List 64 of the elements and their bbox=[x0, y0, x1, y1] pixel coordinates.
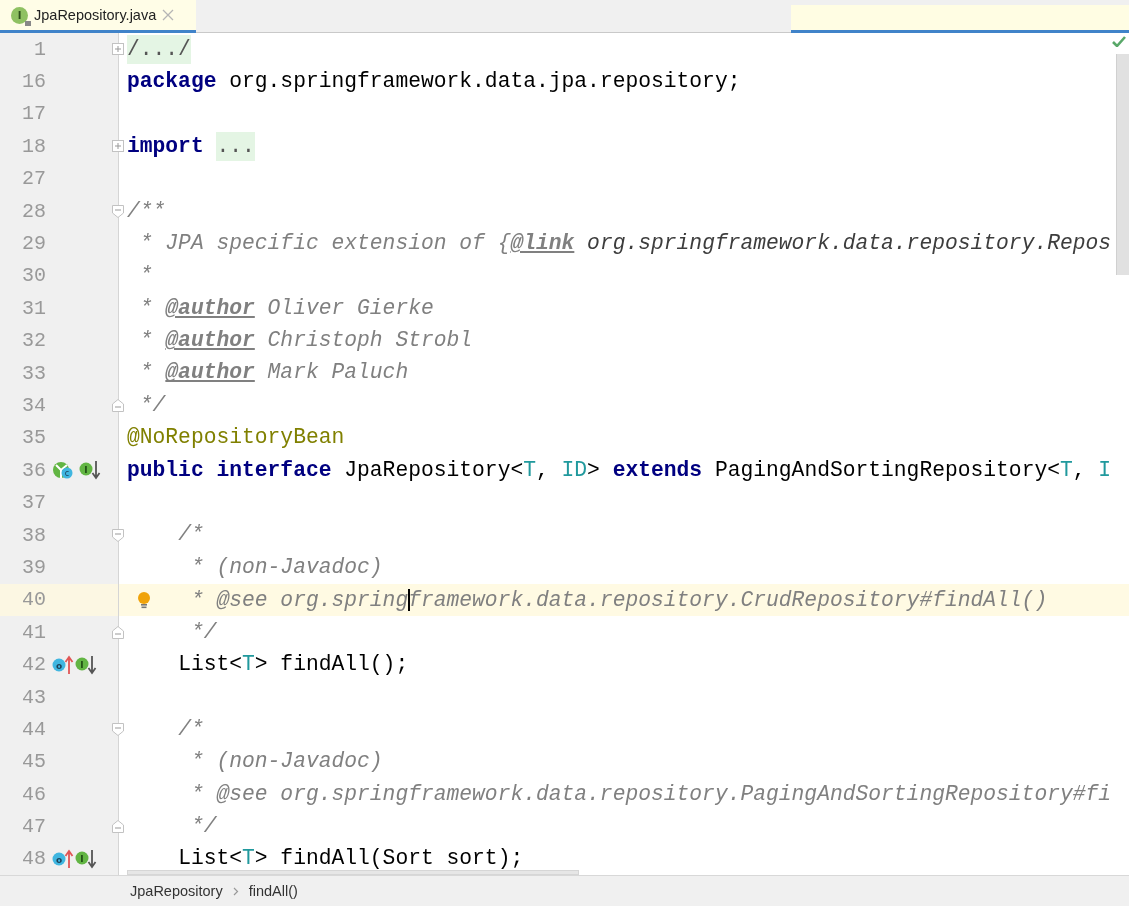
line-number: 40 bbox=[21, 588, 46, 612]
code-line: * @author Oliver Gierke bbox=[139, 297, 434, 319]
lightbulb-icon[interactable] bbox=[137, 590, 151, 609]
line-number: 31 bbox=[21, 296, 46, 320]
interface-icon: I bbox=[11, 6, 28, 24]
code-line: */ bbox=[139, 394, 166, 417]
scrollbar-thumb[interactable] bbox=[127, 870, 579, 875]
line-number: 38 bbox=[21, 523, 46, 547]
line-number: 34 bbox=[21, 394, 46, 417]
line-number: 41 bbox=[21, 620, 46, 644]
line-number: 30 bbox=[21, 264, 46, 288]
close-icon[interactable] bbox=[162, 9, 175, 21]
line-number: 28 bbox=[21, 199, 46, 223]
line-number: 17 bbox=[21, 102, 46, 126]
line-number: 43 bbox=[21, 685, 46, 709]
code-line: package org.springframework.data.jpa.repository; bbox=[127, 70, 741, 93]
line-number: 33 bbox=[21, 361, 46, 385]
chevron-icon bbox=[232, 886, 239, 896]
line-number: 42 bbox=[21, 653, 46, 677]
code-line: public interface JpaRepository<T, ID> extends PagingAndSortingRepository<T, I bbox=[127, 459, 1112, 481]
code-line: import ... bbox=[127, 131, 255, 161]
collapse-fold-icon[interactable] bbox=[112, 399, 124, 412]
line-number: 47 bbox=[21, 815, 46, 839]
line-number: 46 bbox=[21, 782, 46, 806]
check-icon bbox=[1112, 36, 1126, 47]
line-number: 37 bbox=[21, 491, 46, 515]
scrollbar-thumb[interactable] bbox=[1116, 54, 1129, 275]
code-line: * JPA specific extension of {@link org.springframework.data.repository.Repos bbox=[139, 232, 1112, 255]
code-line: /** bbox=[127, 200, 166, 222]
code-line: /* bbox=[178, 524, 204, 546]
code-line: /* bbox=[178, 718, 204, 741]
line-number: 44 bbox=[21, 717, 46, 741]
expand-fold-icon[interactable] bbox=[112, 140, 124, 153]
line-number: 27 bbox=[21, 167, 46, 191]
code-line: * @see org.springframework.data.repository.PagingAndSortingRepository#fi bbox=[190, 783, 1112, 805]
breadcrumb-item[interactable]: findAll() bbox=[248, 883, 298, 899]
code-line: List<T> findAll(Sort sort); bbox=[178, 848, 524, 870]
code-line: * @author Mark Paluch bbox=[139, 362, 409, 384]
code-line: List<T> findAll(); bbox=[178, 653, 409, 676]
line-number: 32 bbox=[21, 329, 46, 353]
expand-fold-icon[interactable] bbox=[112, 43, 124, 56]
collapse-fold-icon[interactable] bbox=[112, 528, 124, 542]
editor-tab[interactable]: I JpaRepository.java bbox=[0, 0, 196, 33]
line-number: 45 bbox=[21, 750, 46, 774]
code-line: */ bbox=[190, 815, 217, 838]
breadcrumb-item[interactable]: JpaRepository bbox=[130, 883, 223, 899]
line-number: 36 bbox=[21, 458, 46, 482]
line-number: 16 bbox=[21, 70, 46, 94]
collapse-fold-icon[interactable] bbox=[112, 625, 124, 639]
collapse-fold-icon[interactable] bbox=[112, 204, 124, 218]
collapse-fold-icon[interactable] bbox=[112, 820, 124, 834]
line-number: 48 bbox=[21, 847, 46, 871]
collapse-fold-icon[interactable] bbox=[112, 722, 124, 736]
code-line: * bbox=[139, 265, 153, 287]
code-line: @NoRepositoryBean bbox=[127, 427, 345, 449]
line-number: 39 bbox=[21, 555, 46, 579]
code-line: * (non-Javadoc) bbox=[190, 556, 383, 579]
line-number: 1 bbox=[33, 37, 46, 61]
line-number: 29 bbox=[21, 232, 46, 256]
line-number: 18 bbox=[21, 134, 46, 158]
code-line: * @author Christoph Strobl bbox=[139, 330, 473, 352]
code-line: * (non-Javadoc) bbox=[190, 751, 383, 773]
line-number: 35 bbox=[21, 426, 46, 450]
code-line: */ bbox=[190, 621, 217, 643]
